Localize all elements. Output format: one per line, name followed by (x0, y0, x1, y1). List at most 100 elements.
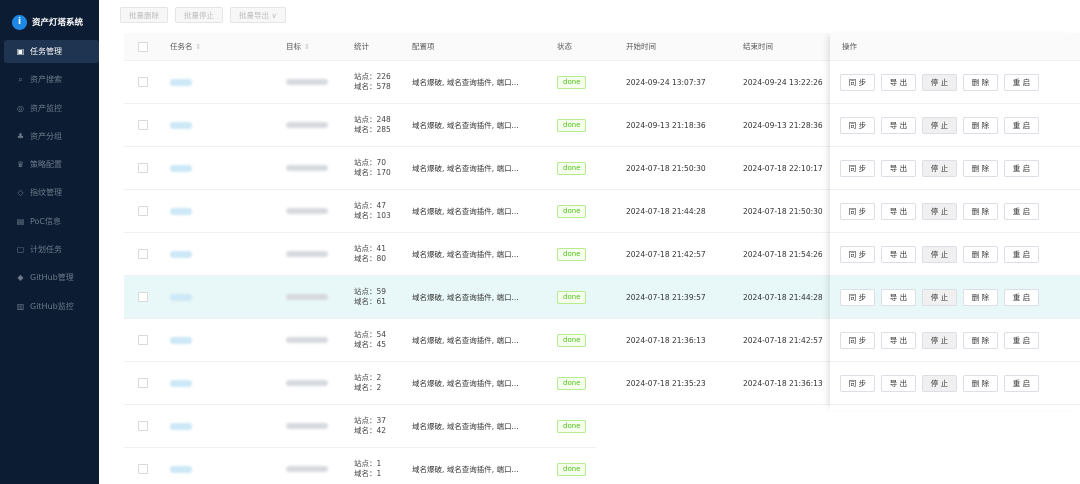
sidebar-item-scheduled-task[interactable]: ▢ 计划任务 (0, 238, 99, 261)
row-checkbox[interactable] (138, 120, 148, 130)
table-row[interactable]: 站点：37 域名：42 域名爆破, 域名查询插件, 端口... done (124, 405, 596, 448)
sidebar-item-policy-config[interactable]: ♛ 策略配置 (0, 153, 99, 176)
redacted-task-name (170, 250, 192, 258)
target-cell (286, 190, 328, 232)
restart-button[interactable]: 重 启 (1004, 159, 1039, 177)
sidebar-item-poc[interactable]: ▤ PoC信息 (0, 210, 99, 233)
sidebar-item-github-monitor[interactable]: ▥ GitHub监控 (0, 295, 99, 318)
row-checkbox[interactable] (138, 249, 148, 259)
sidebar-item-github-management[interactable]: ◆ GitHub管理 (0, 266, 99, 289)
restart-button[interactable]: 重 启 (1004, 73, 1039, 91)
task-name-cell[interactable] (170, 405, 192, 447)
restart-button[interactable]: 重 启 (1004, 288, 1039, 306)
export-button[interactable]: 导 出 (881, 245, 916, 263)
export-button[interactable]: 导 出 (881, 116, 916, 134)
batch-stop-button[interactable]: 批量停止 (175, 7, 223, 23)
redacted-task-name (170, 164, 192, 172)
main-content: 批量删除 批量停止 批量导出 ∨ 任务名 ⇕ 目标 ⇕ 统计 配置项 状态 开始… (110, 0, 1080, 484)
delete-button[interactable]: 删 除 (963, 116, 998, 134)
row-checkbox[interactable] (138, 464, 148, 474)
delete-button[interactable]: 删 除 (963, 331, 998, 349)
github-monitor-icon: ▥ (16, 301, 25, 311)
restart-button[interactable]: 重 启 (1004, 116, 1039, 134)
sync-button[interactable]: 同 步 (840, 116, 875, 134)
task-name-cell[interactable] (170, 362, 192, 404)
row-checkbox[interactable] (138, 77, 148, 87)
sync-button[interactable]: 同 步 (840, 73, 875, 91)
operations-row: 同 步导 出停 止删 除重 启 (830, 276, 1080, 319)
task-name-cell[interactable] (170, 276, 192, 318)
sync-button[interactable]: 同 步 (840, 245, 875, 263)
header-task-name[interactable]: 任务名 ⇕ (170, 33, 201, 60)
export-button[interactable]: 导 出 (881, 202, 916, 220)
table-row[interactable]: 站点：1 域名：1 域名爆破, 域名查询插件, 端口... done (124, 448, 596, 484)
stop-button[interactable]: 停 止 (922, 116, 957, 134)
sync-button[interactable]: 同 步 (840, 374, 875, 392)
redacted-target (286, 466, 328, 472)
sync-button[interactable]: 同 步 (840, 331, 875, 349)
sidebar-item-fingerprint[interactable]: ◇ 指纹管理 (0, 181, 99, 204)
sidebar-item-asset-group[interactable]: ♣ 资产分组 (0, 125, 99, 148)
app-logo[interactable]: i 资产灯塔系统 (12, 13, 83, 31)
sync-button[interactable]: 同 步 (840, 202, 875, 220)
task-name-cell[interactable] (170, 61, 192, 103)
delete-button[interactable]: 删 除 (963, 288, 998, 306)
sort-icon[interactable]: ⇕ (196, 43, 202, 51)
task-name-cell[interactable] (170, 147, 192, 189)
export-button[interactable]: 导 出 (881, 288, 916, 306)
batch-export-dropdown[interactable]: 批量导出 ∨ (230, 7, 286, 23)
end-time-cell: 2024-07-18 21:50:30 (743, 206, 823, 216)
sidebar-item-label: GitHub监控 (30, 301, 74, 311)
select-all-checkbox[interactable] (138, 41, 148, 52)
row-checkbox[interactable] (138, 378, 148, 388)
stop-button[interactable]: 停 止 (922, 245, 957, 263)
task-name-cell[interactable] (170, 104, 192, 146)
row-select-cell (138, 104, 148, 146)
end-time-cell: 2024-09-24 13:22:26 (743, 77, 823, 87)
restart-button[interactable]: 重 启 (1004, 202, 1039, 220)
export-button[interactable]: 导 出 (881, 374, 916, 392)
row-checkbox[interactable] (138, 335, 148, 345)
restart-button[interactable]: 重 启 (1004, 331, 1039, 349)
delete-button[interactable]: 删 除 (963, 374, 998, 392)
delete-button[interactable]: 删 除 (963, 159, 998, 177)
sidebar-item-asset-monitor[interactable]: ◎ 资产监控 (0, 97, 99, 120)
domain-count: 域名：2 (354, 383, 382, 392)
row-checkbox[interactable] (138, 163, 148, 173)
export-button[interactable]: 导 出 (881, 159, 916, 177)
github-icon: ◆ (17, 273, 24, 283)
redacted-task-name (170, 379, 192, 387)
export-button[interactable]: 导 出 (881, 331, 916, 349)
delete-button[interactable]: 删 除 (963, 245, 998, 263)
row-checkbox[interactable] (138, 292, 148, 302)
stop-button[interactable]: 停 止 (922, 202, 957, 220)
sync-button[interactable]: 同 步 (840, 288, 875, 306)
restart-button[interactable]: 重 启 (1004, 245, 1039, 263)
status-cell: done (557, 319, 587, 361)
delete-button[interactable]: 删 除 (963, 73, 998, 91)
task-name-cell[interactable] (170, 319, 192, 361)
restart-button[interactable]: 重 启 (1004, 374, 1039, 392)
batch-delete-button[interactable]: 批量删除 (120, 7, 168, 23)
stats-cell: 站点：248 域名：285 (354, 104, 391, 146)
task-name-cell[interactable] (170, 448, 192, 484)
row-checkbox[interactable] (138, 421, 148, 431)
export-button[interactable]: 导 出 (881, 73, 916, 91)
sidebar-item-task-management[interactable]: ▣ 任务管理 (4, 40, 99, 63)
stop-button[interactable]: 停 止 (922, 288, 957, 306)
sidebar-item-asset-search[interactable]: ⌕ 资产搜索 (0, 68, 99, 91)
task-name-cell[interactable] (170, 190, 192, 232)
config-cell: 域名爆破, 域名查询插件, 端口... (412, 335, 519, 345)
task-name-cell[interactable] (170, 233, 192, 275)
stop-button[interactable]: 停 止 (922, 331, 957, 349)
sync-button[interactable]: 同 步 (840, 159, 875, 177)
sort-icon[interactable]: ⇕ (304, 43, 310, 51)
stop-button[interactable]: 停 止 (922, 159, 957, 177)
site-count: 站点：1 (354, 459, 382, 468)
row-checkbox[interactable] (138, 206, 148, 216)
delete-button[interactable]: 删 除 (963, 202, 998, 220)
domain-count: 域名：285 (354, 125, 391, 134)
stop-button[interactable]: 停 止 (922, 73, 957, 91)
stop-button[interactable]: 停 止 (922, 374, 957, 392)
header-target[interactable]: 目标 ⇕ (286, 33, 310, 60)
